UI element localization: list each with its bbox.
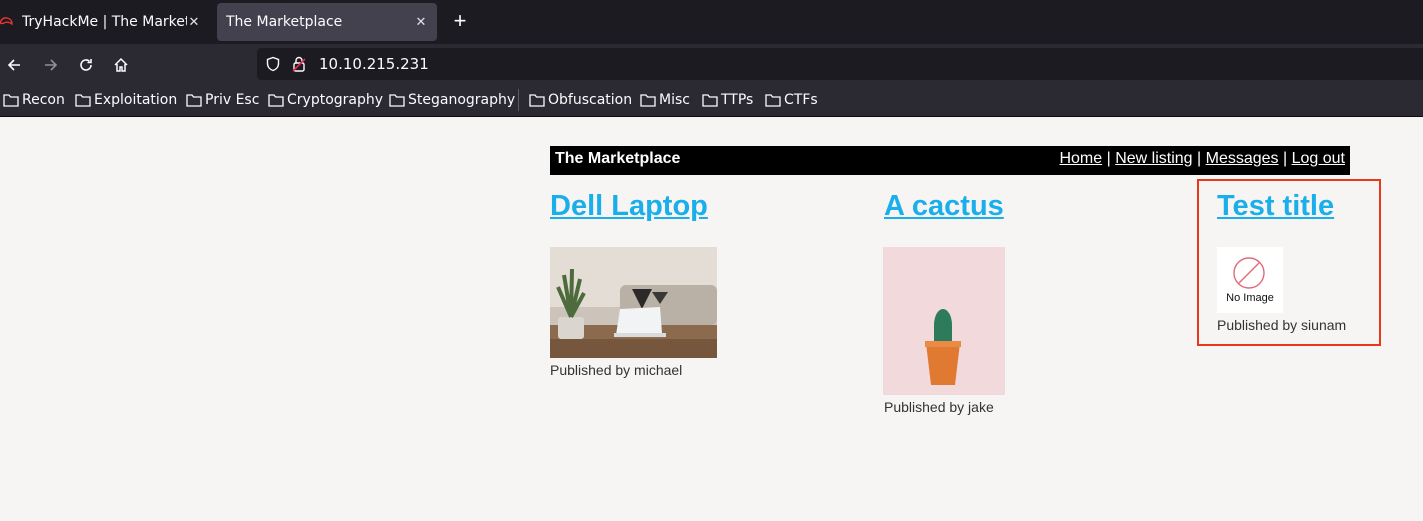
bookmark-label: Exploitation xyxy=(94,92,178,108)
bookmark-folder-obfuscation[interactable]: Obfuscation xyxy=(529,91,632,109)
bookmark-folder-ttps[interactable]: TTPs xyxy=(702,91,753,109)
site-title: The Marketplace xyxy=(555,150,681,167)
shield-icon[interactable] xyxy=(265,56,281,72)
nav-messages-link[interactable]: Messages xyxy=(1206,150,1279,167)
listing-title-link[interactable]: Dell Laptop xyxy=(550,190,708,222)
published-by: Published by michael xyxy=(550,362,683,378)
bookmark-label: TTPs xyxy=(721,92,754,108)
forward-arrow-icon[interactable] xyxy=(40,54,62,76)
new-tab-icon[interactable]: + xyxy=(450,10,470,32)
url-text: 10.10.215.231 xyxy=(319,55,429,73)
cactus-image[interactable] xyxy=(883,247,1005,395)
listing-title-link[interactable]: A cactus xyxy=(884,190,1004,222)
bookmark-folder-steganography[interactable]: Steganography xyxy=(389,91,515,109)
tab-title: TryHackMe | The Marketp xyxy=(22,14,187,30)
insecure-lock-icon[interactable] xyxy=(292,56,306,72)
folder-icon xyxy=(186,94,202,107)
close-tab-icon[interactable]: ✕ xyxy=(411,12,431,32)
site-header: The Marketplace Home | New listing | Mes… xyxy=(550,146,1350,175)
bookmarks-separator xyxy=(518,89,519,111)
bookmark-folder-exploitation[interactable]: Exploitation xyxy=(75,91,177,109)
folder-icon xyxy=(529,94,545,107)
nav-logout-link[interactable]: Log out xyxy=(1292,150,1345,167)
bookmark-folder-priv-esc[interactable]: Priv Esc xyxy=(186,91,259,109)
tab-title: The Marketplace xyxy=(226,14,343,30)
site-nav: Home | New listing | Messages | Log out xyxy=(1059,150,1345,168)
home-icon[interactable] xyxy=(110,54,132,76)
bookmark-folder-misc[interactable]: Misc xyxy=(640,91,690,109)
address-bar[interactable]: 10.10.215.231 xyxy=(257,48,1423,80)
bookmarks-toolbar: Recon Exploitation Priv Esc Cryptography… xyxy=(0,84,1423,117)
folder-icon xyxy=(389,94,405,107)
tryhackme-favicon-icon xyxy=(0,17,13,26)
laptop-image[interactable] xyxy=(550,247,717,358)
published-by: Published by jake xyxy=(884,399,994,415)
bookmark-folder-ctfs[interactable]: CTFs xyxy=(765,91,818,109)
bookmark-folder-cryptography[interactable]: Cryptography xyxy=(268,91,383,109)
page-content: The Marketplace Home | New listing | Mes… xyxy=(0,117,1423,521)
folder-icon xyxy=(640,94,656,107)
bookmark-folder-recon[interactable]: Recon xyxy=(3,91,65,109)
folder-icon xyxy=(702,94,718,107)
reload-icon[interactable] xyxy=(75,54,97,76)
highlight-box xyxy=(1197,179,1381,346)
navigation-toolbar: 10.10.215.231 xyxy=(0,44,1423,84)
back-arrow-icon[interactable] xyxy=(3,54,25,76)
bookmark-label: Steganography xyxy=(408,92,516,108)
listing-cactus: A cactus Published by jake xyxy=(883,190,1005,415)
bookmark-label: Misc xyxy=(659,92,690,108)
bookmark-label: Obfuscation xyxy=(548,92,633,108)
close-tab-icon[interactable]: ✕ xyxy=(184,12,204,32)
tab-bar: TryHackMe | The Marketp ✕ The Marketplac… xyxy=(0,0,1423,44)
tab-marketplace[interactable]: The Marketplace ✕ xyxy=(217,3,437,41)
tab-tryhackme[interactable]: TryHackMe | The Marketp ✕ xyxy=(0,3,210,41)
nav-home-link[interactable]: Home xyxy=(1059,150,1102,167)
bookmark-label: Recon xyxy=(22,92,65,108)
folder-icon xyxy=(268,94,284,107)
nav-new-listing-link[interactable]: New listing xyxy=(1115,150,1192,167)
folder-icon xyxy=(75,94,91,107)
nav-separator: | xyxy=(1283,150,1288,167)
bookmark-label: Priv Esc xyxy=(205,92,260,108)
nav-separator: | xyxy=(1197,150,1202,167)
nav-separator: | xyxy=(1106,150,1111,167)
listing-dell-laptop: Dell Laptop Published by michael xyxy=(550,190,717,378)
folder-icon xyxy=(765,94,781,107)
bookmark-label: Cryptography xyxy=(287,92,384,108)
folder-icon xyxy=(3,94,19,107)
bookmark-label: CTFs xyxy=(784,92,818,108)
